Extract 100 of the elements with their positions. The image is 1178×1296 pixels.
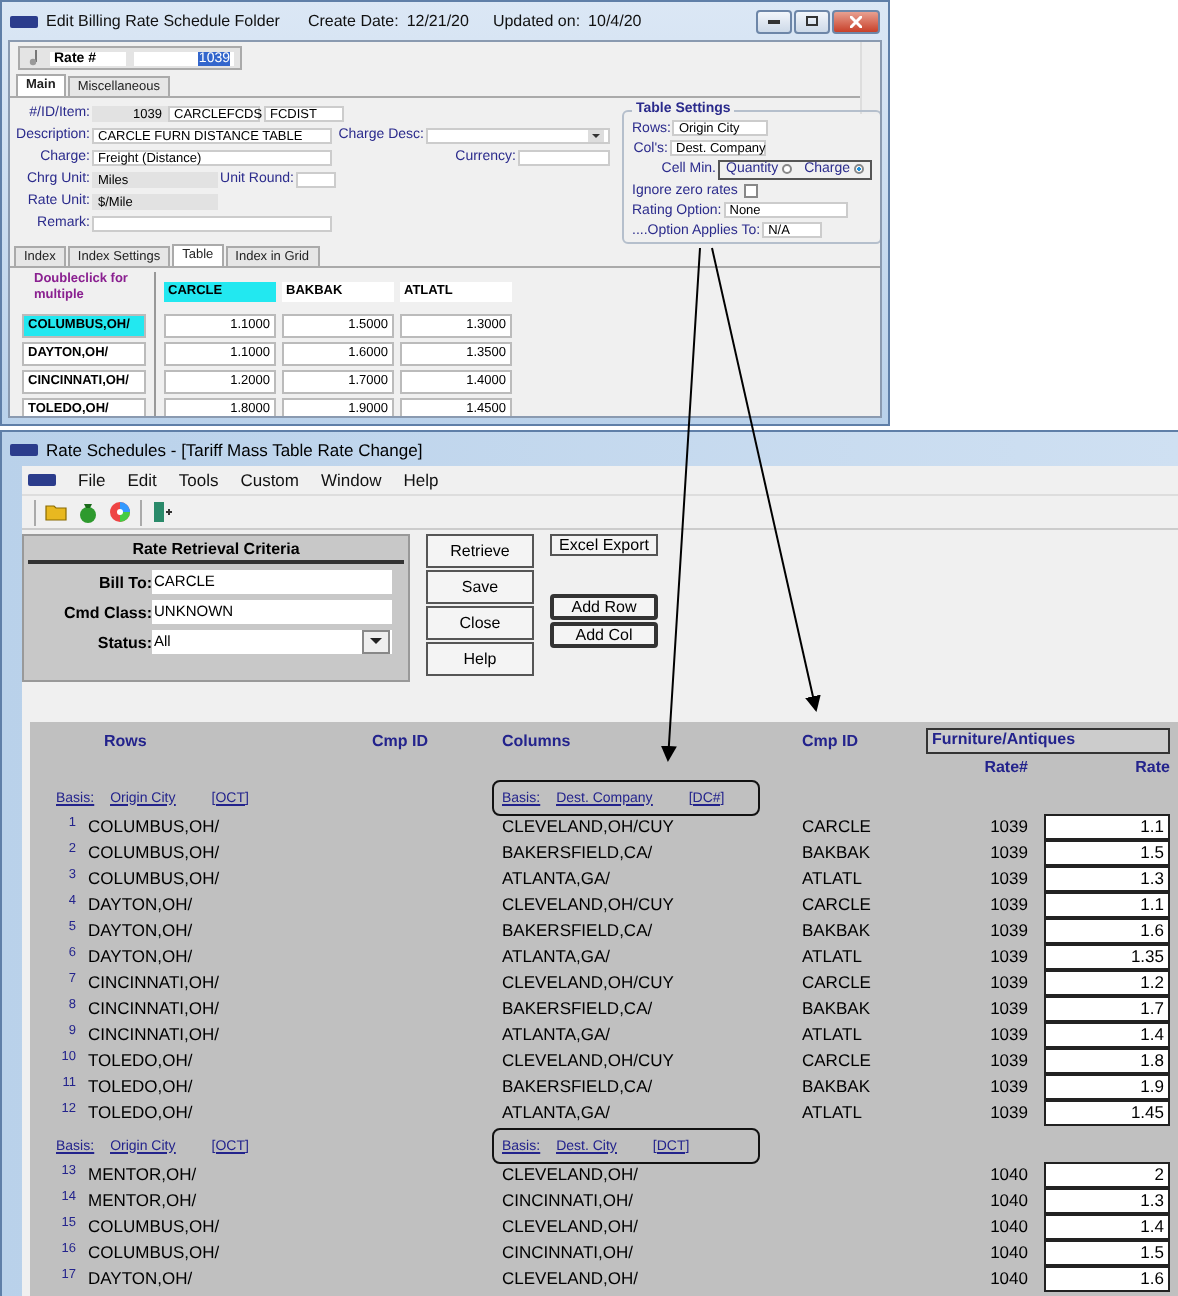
menu-item[interactable]: Edit xyxy=(127,470,157,490)
rate-field[interactable]: 1.8 xyxy=(1044,1048,1170,1074)
table-cell-text: ATLANTA,GA/ xyxy=(502,1022,613,1048)
table-cell-text: 1039 xyxy=(988,892,1028,918)
table-cell-text: COLUMBUS,OH/ xyxy=(88,1214,222,1240)
rate-field[interactable]: 1.1 xyxy=(1044,892,1170,918)
table-cell-text: TOLEDO,OH/ xyxy=(88,1074,195,1100)
table-cell-text: CARCLE xyxy=(802,1048,873,1074)
column-header: Rows xyxy=(102,731,147,749)
window-title: Edit Billing Rate Schedule Folder xyxy=(46,12,280,30)
button[interactable]: Excel Export xyxy=(550,534,658,556)
create-date-label: Create Date: xyxy=(307,12,399,30)
table-cell-text: CARCLE xyxy=(802,970,873,996)
folder-icon[interactable] xyxy=(44,500,68,524)
rate-field[interactable]: 1.3 xyxy=(1044,866,1170,892)
table-cell-text: CLEVELAND,OH/CUY xyxy=(502,970,676,996)
table-cell-text: DAYTON,OH/ xyxy=(88,918,195,944)
menu-item[interactable]: Custom xyxy=(240,470,299,490)
table-cell-text: 1040 xyxy=(988,1162,1028,1188)
rate-field[interactable]: 1.45 xyxy=(1044,1100,1170,1126)
rate-field[interactable]: 1.7 xyxy=(1044,996,1170,1022)
table-cell-text: 1039 xyxy=(988,840,1028,866)
table-cell-text: ATLANTA,GA/ xyxy=(502,1100,613,1126)
field-label: Status: xyxy=(95,633,152,651)
table-cell-text: 1039 xyxy=(988,814,1028,840)
table-cell-text: ATLATL xyxy=(802,944,864,970)
table-cell-text: MENTOR,OH/ xyxy=(88,1162,199,1188)
table-cell-text: COLUMBUS,OH/ xyxy=(88,1240,222,1266)
rate-field[interactable]: 1.1 xyxy=(1044,814,1170,840)
menu-item[interactable]: Window xyxy=(321,470,382,490)
table-cell-text: COLUMBUS,OH/ xyxy=(88,840,222,866)
rate-field[interactable]: 1.6 xyxy=(1044,1266,1170,1292)
table-cell-text: BAKERSFIELD,CA/ xyxy=(502,996,655,1022)
panel-title: Rate Retrieval Criteria xyxy=(28,540,404,564)
table-cell-text: CARCLE xyxy=(802,892,873,918)
maximize-icon xyxy=(806,16,818,26)
exit-door-icon[interactable] xyxy=(150,500,174,524)
table-cell-text: 1039 xyxy=(988,944,1028,970)
rate-field[interactable]: 1.2 xyxy=(1044,970,1170,996)
table-cell-text: 1039 xyxy=(988,866,1028,892)
table-cell-text: TOLEDO,OH/ xyxy=(88,1048,195,1074)
close-icon xyxy=(850,15,862,27)
table-cell-text: CLEVELAND,OH/ xyxy=(502,1162,641,1188)
rate-field[interactable]: 1.5 xyxy=(1044,1240,1170,1266)
button[interactable]: Retrieve xyxy=(426,534,534,568)
table-cell-text: CLEVELAND,OH/CUY xyxy=(502,1048,676,1074)
table-cell-text: 1040 xyxy=(988,1240,1028,1266)
button[interactable]: Close xyxy=(426,606,534,640)
dropdown-icon xyxy=(588,129,604,141)
table-cell-text: 1039 xyxy=(988,996,1028,1022)
menu-item[interactable]: Help xyxy=(403,470,439,490)
table-cell-text: ATLATL xyxy=(802,866,864,892)
charge-desc-field[interactable] xyxy=(426,127,610,143)
app-icon xyxy=(10,443,38,455)
button[interactable]: Add Col xyxy=(550,622,658,648)
rate-field[interactable]: 1.6 xyxy=(1044,918,1170,944)
scrollbar[interactable] xyxy=(860,42,880,114)
money-bag-icon[interactable] xyxy=(76,500,100,524)
create-date: 12/21/20 xyxy=(406,12,469,30)
app-icon xyxy=(10,15,38,27)
table-cell-text: CLEVELAND,OH/ xyxy=(502,1214,641,1240)
table-cell-text: ATLANTA,GA/ xyxy=(502,866,613,892)
rate-field[interactable]: 1.5 xyxy=(1044,840,1170,866)
maximize-button[interactable] xyxy=(794,9,830,33)
rate-field[interactable]: 1.35 xyxy=(1044,944,1170,970)
rate-field[interactable]: 1.9 xyxy=(1044,1074,1170,1100)
table-cell-text: CINCINNATI,OH/ xyxy=(502,1188,635,1214)
table-cell-text: CINCINNATI,OH/ xyxy=(88,970,221,996)
table-cell-text: DAYTON,OH/ xyxy=(88,892,195,918)
table-cell-text: BAKBAK xyxy=(802,840,873,866)
close-button[interactable] xyxy=(832,9,880,33)
table-cell-text: MENTOR,OH/ xyxy=(88,1188,199,1214)
table-cell-text: DAYTON,OH/ xyxy=(88,944,195,970)
table-cell-text: DAYTON,OH/ xyxy=(88,1266,195,1292)
table-cell-text: BAKBAK xyxy=(802,918,873,944)
button[interactable]: Add Row xyxy=(550,594,658,620)
menu-item[interactable]: File xyxy=(78,470,106,490)
rate-field[interactable]: 1.4 xyxy=(1044,1022,1170,1048)
checkbox[interactable] xyxy=(743,183,758,197)
remark-field[interactable] xyxy=(92,215,332,231)
table-cell-text: BAKERSFIELD,CA/ xyxy=(502,840,655,866)
rate-field[interactable]: 1.4 xyxy=(1044,1214,1170,1240)
minimize-button[interactable] xyxy=(756,9,792,33)
table-cell-text: CLEVELAND,OH/ xyxy=(502,1266,641,1292)
table-cell-text: ATLATL xyxy=(802,1022,864,1048)
window-title: Rate Schedules - [Tariff Mass Table Rate Change] xyxy=(46,439,423,459)
unit-round-field[interactable] xyxy=(296,171,336,187)
button[interactable]: Save xyxy=(426,570,534,604)
table-cell-text: ATLANTA,GA/ xyxy=(502,944,613,970)
column-header: Cmp ID xyxy=(802,731,858,749)
rate-field[interactable]: 2 xyxy=(1044,1162,1170,1188)
column-header: Rate# xyxy=(982,757,1028,775)
rate-field[interactable]: 1.3 xyxy=(1044,1188,1170,1214)
table-cell-text: BAKERSFIELD,CA/ xyxy=(502,918,655,944)
color-wheel-icon[interactable] xyxy=(108,500,132,524)
column-header: Columns xyxy=(502,731,571,749)
currency-field[interactable] xyxy=(518,149,610,165)
menu-item[interactable]: Tools xyxy=(178,470,219,490)
table-cell-text: COLUMBUS,OH/ xyxy=(88,866,222,892)
button[interactable]: Help xyxy=(426,642,534,676)
